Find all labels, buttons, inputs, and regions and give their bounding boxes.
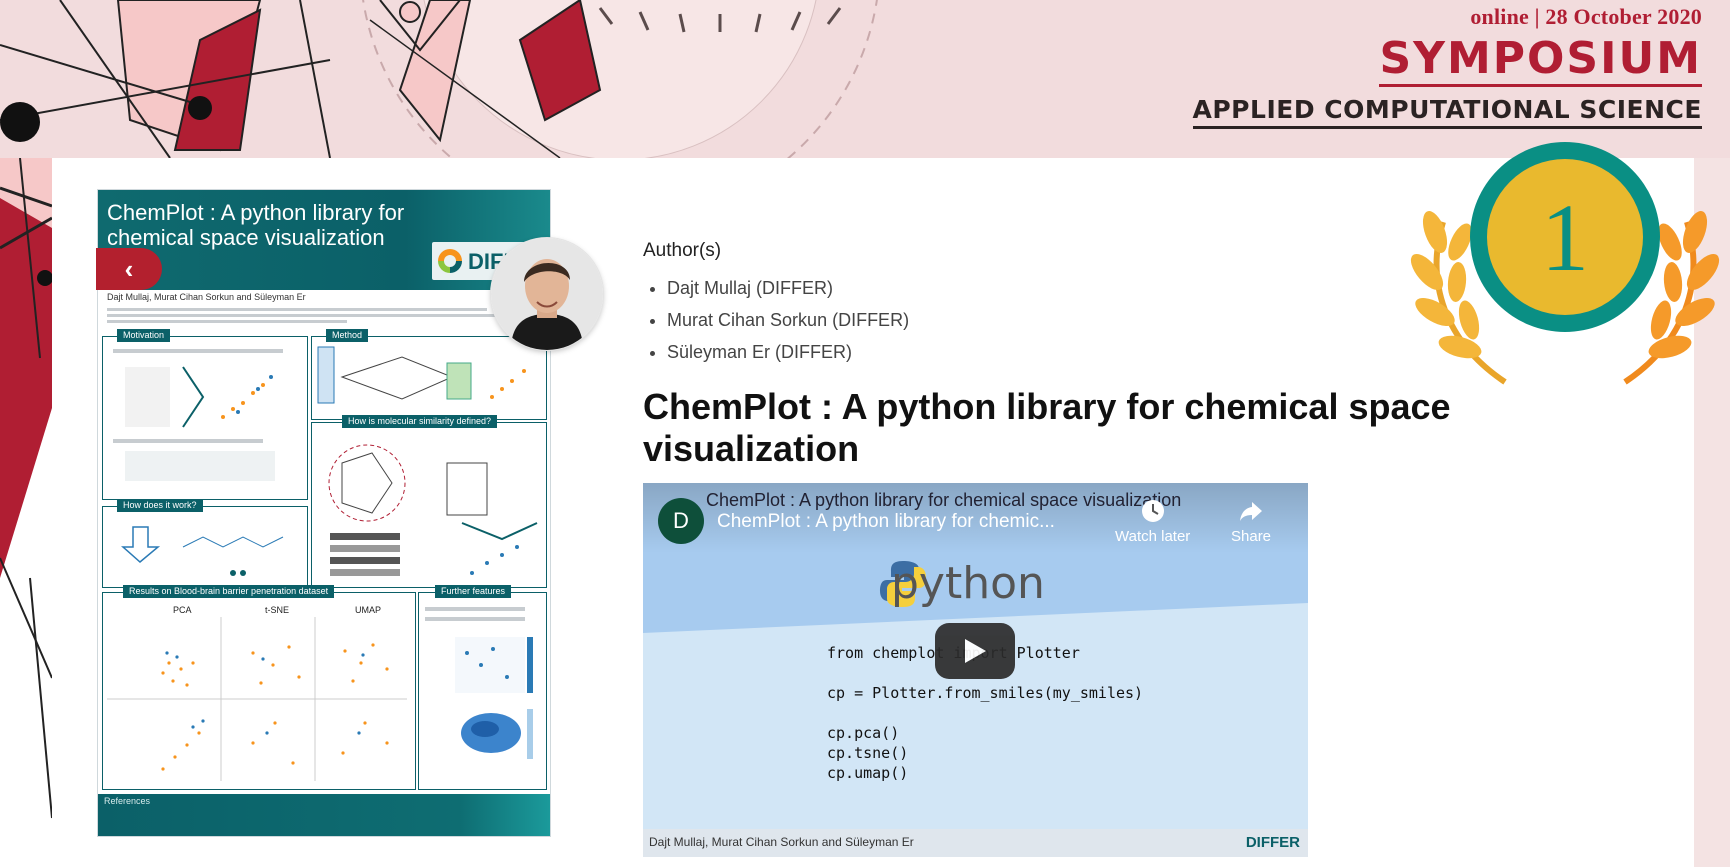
event-title: SYMPOSIUM: [1379, 34, 1702, 87]
poster-header: ChemPlot : A python library for chemical…: [98, 190, 550, 290]
poster-affiliation-line: [107, 314, 527, 317]
video-title-underlay: ChemPlot : A python library for chemical…: [706, 490, 1182, 510]
how-it-works-figure: [121, 526, 284, 576]
video-credits-bar: Dajt Mullaj, Murat Cihan Sorkun and Süle…: [643, 829, 1308, 857]
poster-affiliation-line: [107, 320, 347, 323]
clock-icon: [1115, 498, 1190, 528]
video-title[interactable]: ChemPlot : A python library for chemic..…: [717, 511, 1055, 533]
poster-image[interactable]: ChemPlot : A python library for chemical…: [97, 189, 551, 837]
avatar-photo: [491, 238, 603, 350]
poster-how-it-works-box: How does it work?: [102, 499, 308, 588]
play-button[interactable]: [935, 623, 1015, 679]
results-col-umap: UMAP: [355, 605, 381, 615]
poster-results-box: Results on Blood-brain barrier penetrati…: [102, 585, 416, 790]
embedded-video-player[interactable]: ChemPlot : A python library for chemical…: [643, 483, 1308, 857]
event-banner: online | 28 October 2020 SYMPOSIUM APPLI…: [0, 0, 1730, 158]
first-place-award-badge: 1: [1410, 142, 1720, 385]
authors-heading: Author(s): [643, 240, 722, 261]
poster-references: References: [98, 794, 550, 836]
poster-method-box: Method: [311, 329, 547, 420]
video-credits: Dajt Mullaj, Murat Cihan Sorkun and Süle…: [649, 835, 914, 849]
list-item: Murat Cihan Sorkun (DIFFER): [667, 304, 909, 336]
chevron-left-icon: ‹: [124, 253, 134, 284]
further-features-figure: [425, 607, 533, 759]
channel-avatar[interactable]: D: [658, 498, 704, 544]
event-date: online | 28 October 2020: [1470, 4, 1702, 29]
poster-similarity-box: How is molecular similarity defined?: [311, 415, 547, 588]
poster-affiliation-line: [107, 308, 487, 311]
differ-logo-icon: [438, 249, 462, 273]
poster-further-features-box: Further features: [418, 585, 547, 790]
share-icon: [1231, 498, 1271, 528]
author-list: Dajt Mullaj (DIFFER) Murat Cihan Sorkun …: [643, 272, 909, 368]
paper-title: ChemPlot : A python library for chemical…: [643, 386, 1451, 469]
results-figure: PCA t-SNE UMAP: [107, 605, 407, 781]
list-item: Dajt Mullaj (DIFFER): [667, 272, 909, 304]
carousel-prev-button[interactable]: ‹: [96, 248, 162, 290]
results-col-pca: PCA: [173, 605, 192, 615]
python-wordmark: python: [891, 558, 1045, 609]
poster-title: ChemPlot : A python library for chemical…: [107, 200, 405, 250]
results-col-tsne: t-SNE: [265, 605, 289, 615]
video-differ-logo: DIFFER: [1245, 834, 1300, 851]
poster-authors: Dajt Mullaj, Murat Cihan Sorkun and Süle…: [107, 292, 306, 302]
award-rank: 1: [1541, 184, 1589, 291]
banner-text-block: online | 28 October 2020 SYMPOSIUM APPLI…: [1192, 4, 1702, 129]
share-button[interactable]: Share: [1231, 498, 1271, 545]
play-icon: [965, 639, 986, 663]
banner-decorative-art: [0, 0, 1000, 158]
author-avatar: [491, 238, 603, 350]
motivation-figure: [113, 349, 283, 481]
event-subtitle: APPLIED COMPUTATIONAL SCIENCE: [1192, 95, 1702, 129]
watch-later-button[interactable]: Watch later: [1115, 498, 1190, 545]
similarity-figure: [328, 444, 538, 576]
side-decorative-art: [0, 158, 60, 867]
method-figure: [317, 346, 526, 404]
poster-motivation-box: Motivation: [102, 329, 308, 500]
list-item: Süleyman Er (DIFFER): [667, 336, 909, 368]
